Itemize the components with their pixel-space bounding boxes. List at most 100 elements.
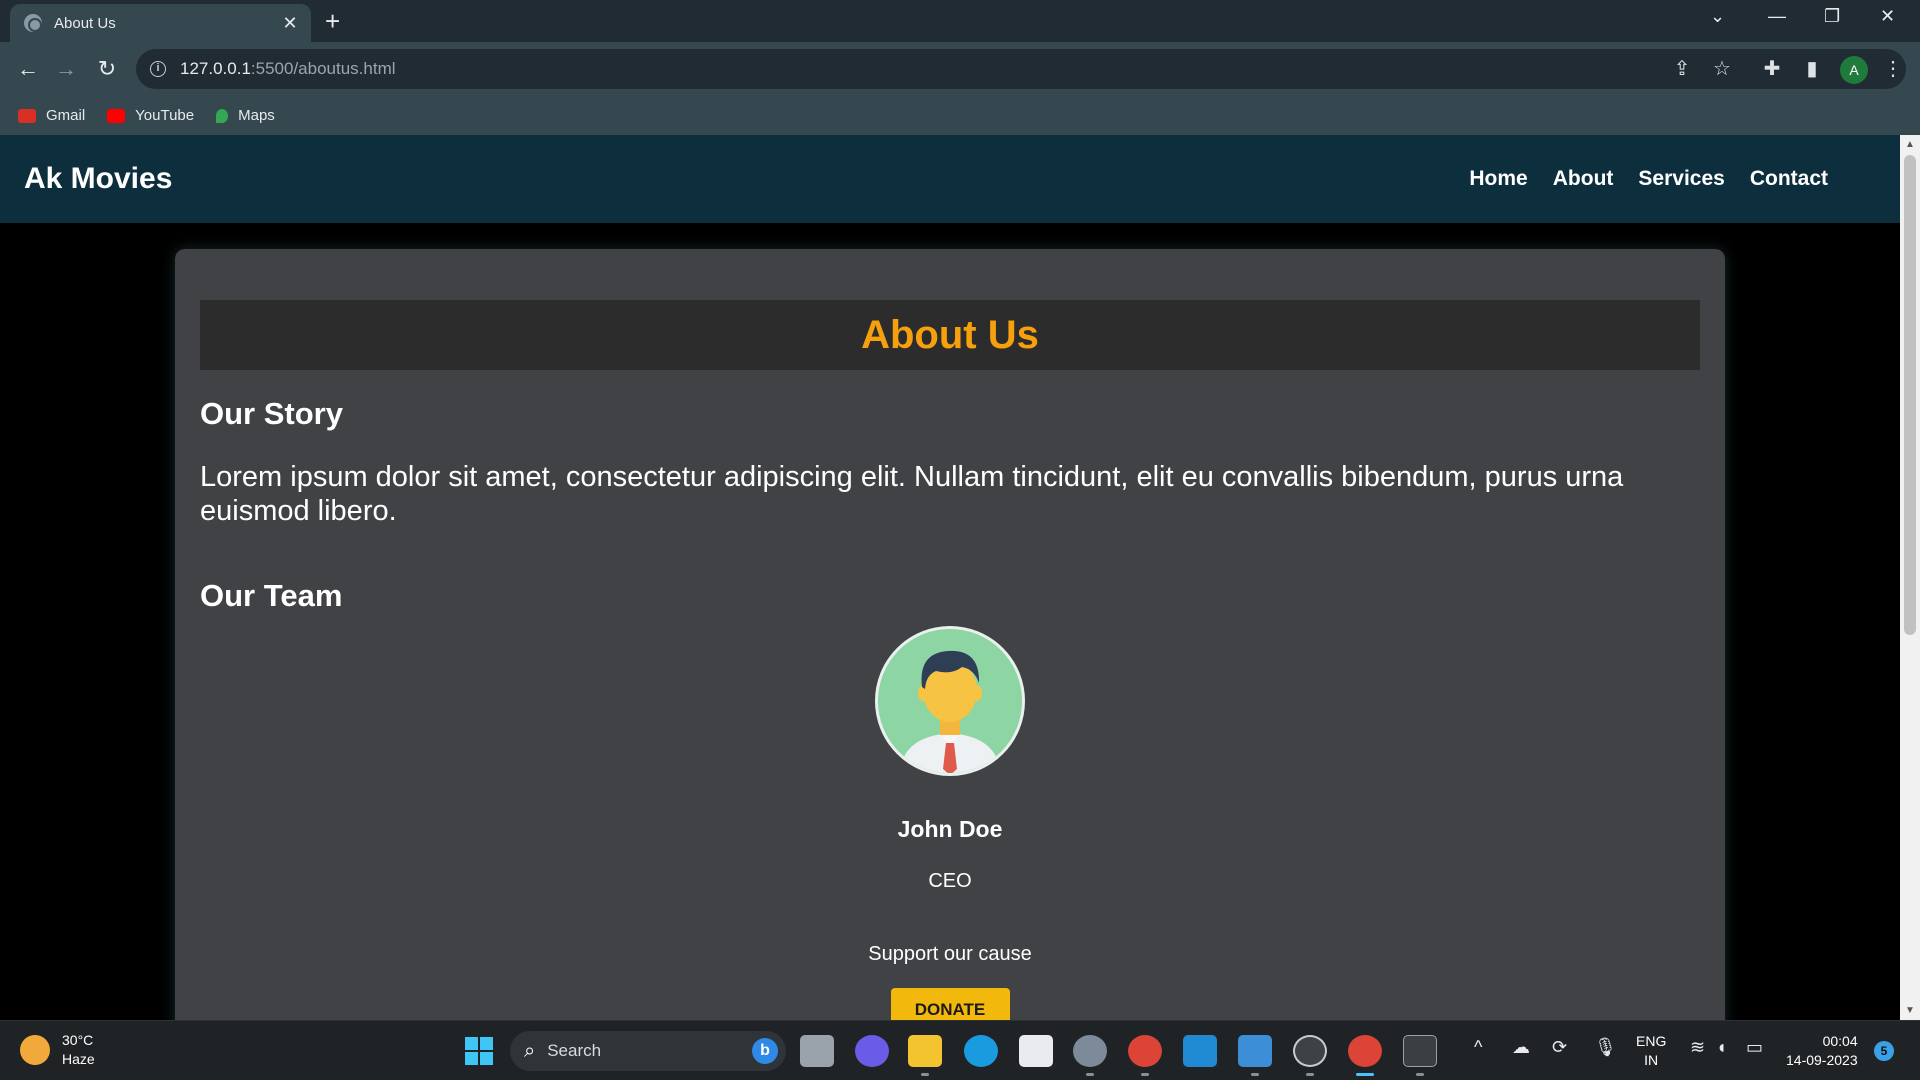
time: 00:04 [1822, 1033, 1858, 1049]
weather-widget[interactable]: 30°C Haze [20, 1031, 95, 1069]
running-indicator [1086, 1073, 1094, 1076]
close-window-icon[interactable]: ✕ [1880, 6, 1895, 27]
team-heading: Our Team [200, 578, 343, 613]
bookmark-label: YouTube [135, 107, 195, 124]
tab-about-us[interactable]: About Us ✕ [10, 4, 311, 42]
main-nav: Home About Services Contact [1444, 167, 1876, 191]
teams-chat-icon[interactable] [855, 1035, 889, 1067]
onedrive-icon[interactable]: ☁ [1512, 1037, 1530, 1058]
about-card: About Us Our Story Lorem ipsum dolor sit… [175, 249, 1725, 1020]
lang-region: IN [1644, 1052, 1659, 1068]
donate-button[interactable]: DONATE [890, 988, 1010, 1020]
scroll-down-icon[interactable]: ▼ [1905, 1005, 1915, 1016]
scrollbar-thumb[interactable] [1904, 155, 1916, 635]
windows-taskbar: 30°C Haze ⌕ Search b ^ ☁ ⟳ 🎙 ENG IN ≋ ◖ … [0, 1020, 1920, 1080]
search-icon: ⌕ [524, 1039, 536, 1062]
volume-icon[interactable]: ◖ [1716, 1037, 1727, 1058]
chrome-profile-icon[interactable] [1348, 1035, 1382, 1067]
person-illustration-icon [878, 629, 1022, 773]
bookmark-youtube[interactable]: YouTube [107, 107, 194, 124]
site-header: Ak Movies Home About Services Contact [0, 135, 1900, 223]
globe-icon [24, 14, 42, 32]
profile-avatar[interactable]: A [1840, 56, 1868, 84]
bookmark-gmail[interactable]: Gmail [18, 107, 85, 124]
language-indicator[interactable]: ENG IN [1636, 1032, 1666, 1070]
lang-code: ENG [1636, 1033, 1667, 1049]
active-indicator [1356, 1073, 1374, 1076]
system-clock[interactable]: 00:04 14-09-2023 [1786, 1032, 1858, 1070]
tab-strip: About Us ✕ + ⌄ — ❐ ✕ [0, 0, 1920, 42]
sync-icon[interactable]: ⟳ [1552, 1037, 1567, 1058]
member-avatar [875, 626, 1025, 776]
wifi-icon[interactable]: ≋ [1690, 1037, 1705, 1058]
new-tab-button[interactable]: + [325, 6, 340, 37]
bookmark-star-icon[interactable]: ☆ [1709, 56, 1735, 81]
story-heading: Our Story [200, 396, 343, 431]
menu-icon[interactable]: ⋮ [1880, 56, 1906, 81]
bing-icon[interactable]: b [752, 1038, 778, 1064]
running-indicator [1306, 1073, 1314, 1076]
back-icon[interactable]: ← [12, 53, 44, 85]
obs-icon[interactable] [1293, 1035, 1327, 1067]
page-scrollbar[interactable]: ▲ ▼ [1900, 135, 1920, 1020]
maps-icon [216, 108, 229, 123]
url-host: 127.0.0.1 [180, 59, 251, 78]
chrome-icon[interactable] [1128, 1035, 1162, 1067]
bookmarks-bar: Gmail YouTube Maps [0, 96, 1920, 135]
nav-contact[interactable]: Contact [1750, 167, 1828, 191]
date: 14-09-2023 [1786, 1052, 1858, 1068]
tab-search-icon[interactable]: ⌄ [1710, 6, 1725, 27]
bookmark-label: Gmail [46, 107, 86, 124]
browser-chrome: About Us ✕ + ⌄ — ❐ ✕ ← → ↻ i 127.0.0.1 :… [0, 0, 1920, 135]
nav-services[interactable]: Services [1638, 167, 1724, 191]
weather-condition: Haze [62, 1051, 95, 1067]
title-banner: About Us [200, 300, 1700, 370]
reload-icon[interactable]: ↻ [91, 53, 123, 85]
running-indicator [921, 1073, 929, 1076]
extensions-icon[interactable]: ✚ [1759, 56, 1785, 81]
taskbar-search[interactable]: ⌕ Search b [510, 1031, 786, 1071]
url-path: :5500/aboutus.html [250, 59, 396, 78]
team-member-card: John Doe CEO Support our cause DONATE [200, 614, 1700, 1020]
windows-logo-icon [465, 1037, 493, 1065]
edge-icon[interactable] [964, 1035, 998, 1067]
address-bar[interactable]: i 127.0.0.1 :5500/aboutus.html [136, 49, 1906, 89]
task-view-icon[interactable] [800, 1035, 834, 1067]
member-role: CEO [928, 870, 972, 892]
running-indicator [1251, 1073, 1259, 1076]
share-icon[interactable]: ⇪ [1669, 56, 1695, 81]
notification-badge[interactable]: 5 [1874, 1041, 1894, 1061]
scroll-up-icon[interactable]: ▲ [1905, 139, 1915, 150]
side-panel-icon[interactable]: ▮ [1799, 56, 1825, 81]
running-indicator [1416, 1073, 1424, 1076]
member-name: John Doe [897, 816, 1003, 842]
microphone-icon[interactable]: 🎙 [1594, 1037, 1617, 1058]
bookmark-label: Maps [238, 107, 275, 124]
youtube-icon [107, 108, 126, 123]
notepad-icon[interactable] [1238, 1035, 1272, 1067]
nav-about[interactable]: About [1553, 167, 1614, 191]
gmail-icon [18, 108, 36, 123]
bookmark-maps[interactable]: Maps [216, 107, 275, 124]
running-indicator [1141, 1073, 1149, 1076]
site-logo[interactable]: Ak Movies [24, 162, 172, 196]
vscode-icon[interactable] [1183, 1035, 1217, 1067]
site-info-icon[interactable]: i [150, 61, 166, 77]
battery-icon[interactable]: ▭ [1746, 1037, 1763, 1058]
story-text: Lorem ipsum dolor sit amet, consectetur … [200, 461, 1624, 527]
minimize-icon[interactable]: — [1768, 6, 1786, 27]
terminal-icon[interactable] [1403, 1035, 1437, 1067]
tab-title: About Us [54, 14, 116, 32]
restore-icon[interactable]: ❐ [1824, 6, 1840, 27]
support-text: Support our cause [868, 943, 1032, 965]
start-button[interactable] [463, 1035, 497, 1067]
settings-gear-icon[interactable] [1073, 1035, 1107, 1067]
chevron-up-icon[interactable]: ^ [1474, 1037, 1482, 1058]
store-icon[interactable] [1019, 1035, 1053, 1067]
close-tab-icon[interactable]: ✕ [279, 13, 301, 34]
page-title: About Us [861, 312, 1039, 357]
file-explorer-icon[interactable] [908, 1035, 942, 1067]
haze-weather-icon [20, 1035, 50, 1065]
forward-icon[interactable]: → [50, 53, 82, 85]
nav-home[interactable]: Home [1469, 167, 1527, 191]
